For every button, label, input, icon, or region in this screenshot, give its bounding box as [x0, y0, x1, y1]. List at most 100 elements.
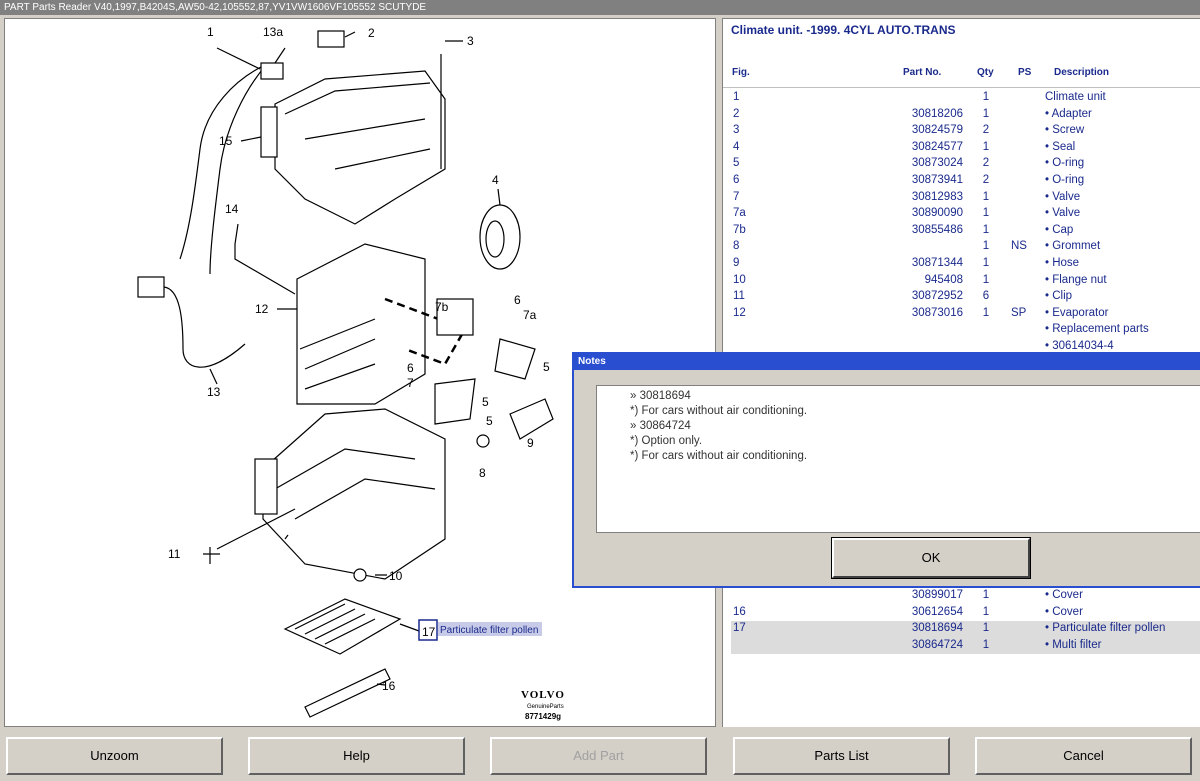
table-row[interactable]: 7a 30890090 1 • Valve: [731, 206, 1200, 223]
table-row[interactable]: 17 30818694 1 • Particulate filter pollen: [731, 621, 1200, 638]
cell-qty: 6: [982, 290, 990, 303]
notes-dialog-title: Notes: [574, 354, 1200, 370]
header-description[interactable]: Description: [1054, 67, 1109, 78]
header-qty[interactable]: Qty: [977, 67, 994, 78]
callout-7[interactable]: 7: [407, 376, 414, 390]
clip-11: [203, 547, 220, 564]
header-separator: [723, 87, 1200, 88]
note-line: » 30864724: [630, 420, 691, 432]
unzoom-button[interactable]: Unzoom: [6, 737, 223, 775]
note-line: » 30818694: [630, 390, 691, 402]
table-row[interactable]: 5 30873024 2 • O-ring: [731, 156, 1200, 173]
cell-fig: 12: [733, 306, 746, 319]
table-row[interactable]: 1 1 Climate unit: [731, 90, 1200, 107]
illustration-number: 8771429g: [525, 712, 561, 721]
callout-11[interactable]: 11: [168, 547, 181, 561]
cell-description: • Cover: [1045, 605, 1083, 618]
help-button[interactable]: Help: [248, 737, 465, 775]
callout-13[interactable]: 13: [207, 385, 221, 399]
callout-7a[interactable]: 7a: [523, 308, 537, 322]
callout-6a[interactable]: 6: [514, 293, 521, 307]
parts-section-title: Climate unit. -1999. 4CYL AUTO.TRANS: [731, 23, 956, 37]
cell-part-no: 30612654: [911, 605, 963, 618]
lower-housing: [262, 408, 446, 580]
cell-fig: 7b: [733, 223, 746, 236]
cell-fig: 11: [733, 290, 745, 303]
callout-13a[interactable]: 13a: [263, 25, 283, 39]
cell-qty: 1: [982, 140, 990, 153]
table-row[interactable]: 9 30871344 1 • Hose: [731, 256, 1200, 273]
cell-qty: 1: [982, 605, 990, 618]
callout-14[interactable]: 14: [225, 202, 239, 216]
table-row[interactable]: 11 30872952 6 • Clip: [731, 289, 1200, 306]
callout-9[interactable]: 9: [527, 436, 534, 450]
table-row[interactable]: 2 30818206 1 • Adapter: [731, 107, 1200, 124]
cell-description: • Cover: [1045, 589, 1083, 601]
callout-1[interactable]: 1: [207, 25, 214, 39]
callout-7b[interactable]: 7b: [435, 300, 449, 314]
table-row[interactable]: 7b 30855486 1 • Cap: [731, 223, 1200, 240]
sensor-wire: [163, 286, 246, 368]
cell-fig: 5: [733, 157, 740, 170]
valve-7a: [494, 338, 536, 380]
grommet-8: [476, 434, 490, 448]
cell-qty: 1: [982, 240, 990, 253]
table-row[interactable]: • Replacement parts: [731, 322, 1200, 339]
callout-6b[interactable]: 6: [407, 361, 414, 375]
cell-part-no: 30818694: [911, 622, 963, 635]
cell-description: • Grommet: [1045, 240, 1101, 253]
callout-5c[interactable]: 5: [486, 414, 493, 428]
cell-ps: NS: [1011, 240, 1027, 253]
callout-5a[interactable]: 5: [543, 360, 550, 374]
cell-description: • Evaporator: [1045, 306, 1109, 319]
table-row[interactable]: 6 30873941 2 • O-ring: [731, 173, 1200, 190]
ok-button[interactable]: OK: [831, 537, 1031, 579]
cell-qty: 1: [982, 107, 990, 120]
header-fig[interactable]: Fig.: [732, 67, 750, 78]
table-row[interactable]: 4 30824577 1 • Seal: [731, 140, 1200, 157]
add-part-button[interactable]: Add Part: [490, 737, 707, 775]
cell-part-no: 30824579: [911, 124, 963, 137]
selected-part-label[interactable]: Particulate filter pollen: [440, 625, 538, 636]
table-row[interactable]: 30864724 1 • Multi filter: [731, 637, 1200, 655]
table-row[interactable]: 12 30873016 1 SP • Evaporator: [731, 306, 1200, 323]
header-ps[interactable]: PS: [1018, 67, 1031, 78]
table-row[interactable]: 3 30824579 2 • Screw: [731, 123, 1200, 140]
table-row[interactable]: 16 30612654 1 • Cover: [731, 605, 1200, 622]
filter-17: [283, 598, 402, 655]
cell-description: • Multi filter: [1045, 638, 1102, 651]
cell-description: • O-ring: [1045, 174, 1085, 186]
callout-10[interactable]: 10: [389, 569, 403, 583]
callout-3[interactable]: 3: [467, 34, 474, 48]
cancel-button[interactable]: Cancel: [975, 737, 1192, 775]
callout-17[interactable]: 17: [422, 625, 436, 639]
cell-qty: 1: [982, 91, 990, 103]
cell-part-no: 30818206: [911, 107, 963, 120]
callout-15[interactable]: 15: [219, 134, 233, 148]
cell-description: • Flange nut: [1045, 273, 1107, 286]
header-part-no[interactable]: Part No.: [903, 67, 941, 78]
callout-5b[interactable]: 5: [482, 395, 489, 409]
parts-list-button[interactable]: Parts List: [733, 737, 950, 775]
table-row[interactable]: 30899017 1 • Cover: [731, 588, 1200, 605]
cell-fig: 4: [733, 140, 740, 153]
cell-description: • Clip: [1045, 290, 1073, 303]
callout-2[interactable]: 2: [368, 26, 375, 40]
callout-4[interactable]: 4: [492, 173, 499, 187]
cell-qty: 2: [982, 124, 990, 137]
note-line: *) For cars without air conditioning.: [630, 450, 808, 462]
cell-qty: 1: [982, 273, 990, 286]
cell-fig: 16: [733, 605, 746, 618]
cell-part-no: 30873941: [911, 174, 963, 186]
cell-fig: 7a: [733, 207, 746, 220]
table-row[interactable]: 10 945408 1 • Flange nut: [731, 273, 1200, 290]
callout-16[interactable]: 16: [382, 679, 396, 693]
cell-part-no: 30864724: [911, 638, 963, 651]
table-row[interactable]: 7 30812983 1 • Valve: [731, 190, 1200, 207]
cell-qty: 2: [982, 174, 990, 186]
cell-part-no: 30890090: [911, 207, 963, 220]
table-row[interactable]: 8 1 NS • Grommet: [731, 239, 1200, 256]
callout-12[interactable]: 12: [255, 302, 269, 316]
cell-qty: 1: [982, 306, 990, 319]
callout-8[interactable]: 8: [479, 466, 486, 480]
